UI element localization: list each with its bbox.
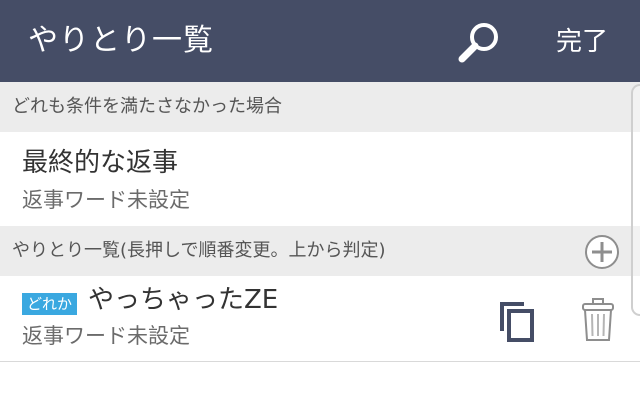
- list-item-subtitle: 返事ワード未設定: [22, 324, 190, 348]
- app-header: やりとり一覧 完了: [0, 0, 640, 82]
- plus-circle-icon: [585, 235, 619, 269]
- list-item-title: やっちゃったZE: [88, 285, 279, 315]
- copy-icon: [500, 302, 534, 342]
- delete-button[interactable]: [580, 296, 616, 344]
- search-button[interactable]: [456, 20, 502, 64]
- trash-icon: [582, 298, 614, 341]
- copy-button[interactable]: [496, 298, 538, 344]
- section-header-default: どれも条件を満たさなかった場合: [0, 82, 640, 132]
- default-reply-title: 最終的な返事: [22, 148, 179, 178]
- default-reply-row[interactable]: 最終的な返事 返事ワード未設定: [0, 132, 640, 226]
- page-title: やりとり一覧: [28, 23, 214, 58]
- add-button[interactable]: [584, 234, 620, 270]
- section-header-list: やりとり一覧(長押しで順番変更。上から判定): [0, 226, 640, 276]
- scroll-indicator: [631, 84, 640, 316]
- done-button[interactable]: 完了: [556, 24, 608, 60]
- list-item[interactable]: どれか やっちゃったZE 返事ワード未設定: [0, 276, 640, 362]
- match-type-badge: どれか: [22, 293, 78, 315]
- section-label-default: どれも条件を満たさなかった場合: [12, 96, 282, 117]
- default-reply-subtitle: 返事ワード未設定: [22, 188, 190, 212]
- search-icon: [458, 23, 498, 63]
- section-label-list: やりとり一覧(長押しで順番変更。上から判定): [12, 240, 386, 261]
